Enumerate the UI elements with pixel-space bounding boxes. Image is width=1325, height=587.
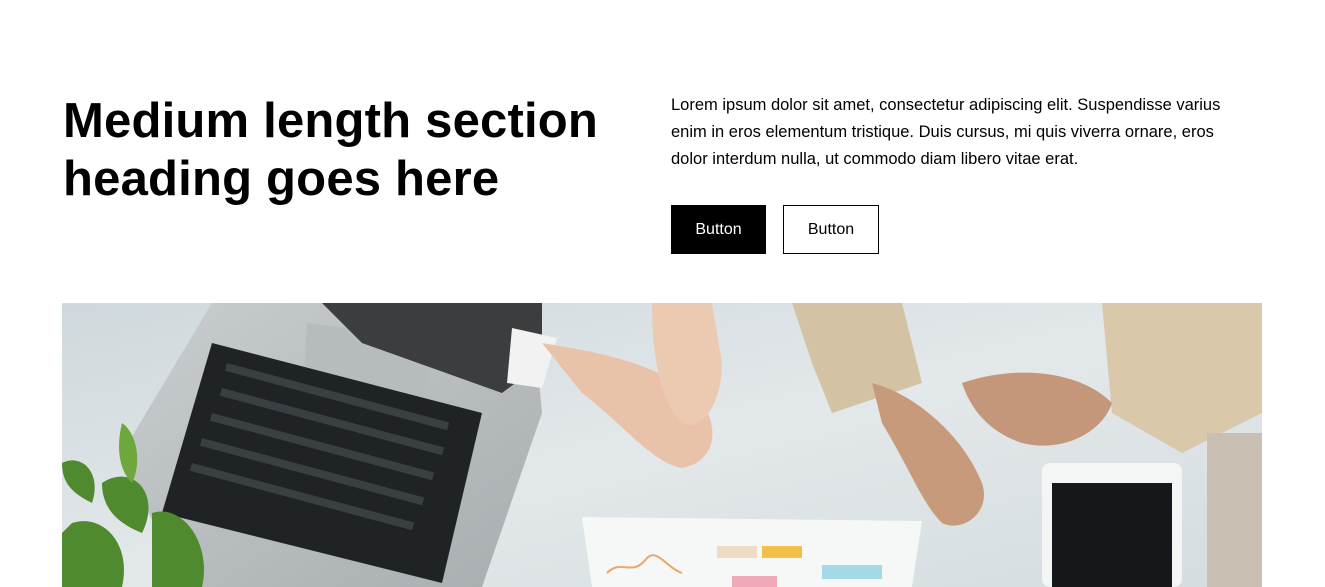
section-heading: Medium length section heading goes here [63,94,599,206]
secondary-button[interactable]: Button [783,205,879,254]
button-group: Button Button [671,205,879,254]
office-desk-illustration [62,303,1262,587]
section-description: Lorem ipsum dolor sit amet, consectetur … [671,96,1221,168]
primary-button[interactable]: Button [671,205,766,254]
header-section: Medium length section heading goes here … [0,0,1325,587]
hero-image [62,303,1262,587]
